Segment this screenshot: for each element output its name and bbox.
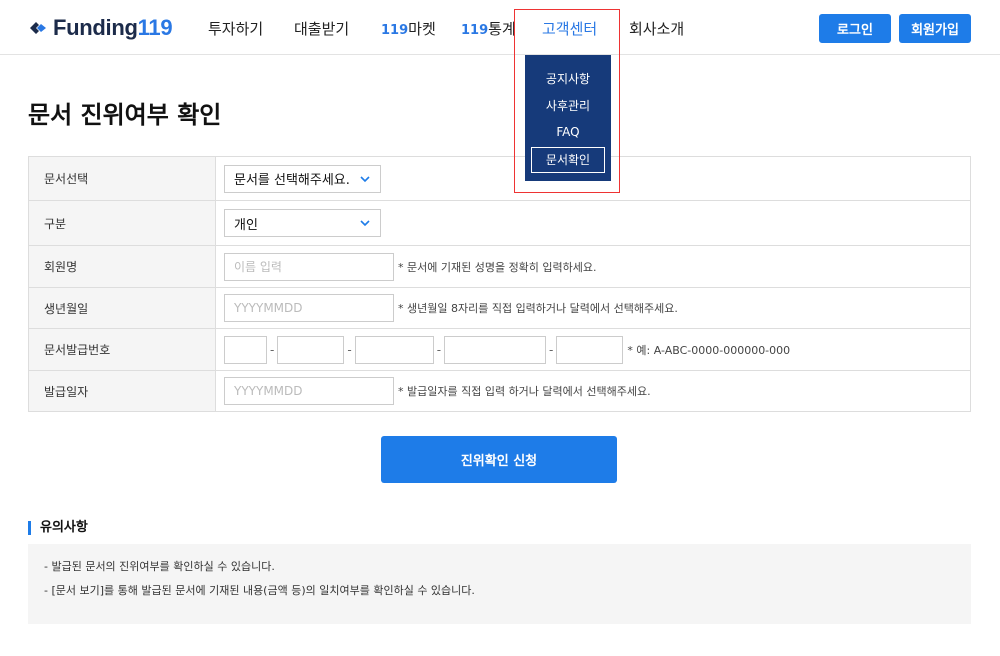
type-select[interactable]: 개인 (224, 209, 381, 237)
label-issue-date: 발급일자 (29, 371, 216, 411)
document-number-hint: * 예: A-ABC-0000-000000-000 (627, 343, 791, 357)
form-row-member-name: 회원명 이름 입력 * 문서에 기재된 성명을 정확히 입력하세요. (28, 246, 971, 288)
form-row-document: 문서선택 문서를 선택해주세요. (28, 157, 971, 201)
document-select[interactable]: 문서를 선택해주세요. (224, 164, 381, 193)
dropdown-item-faq[interactable]: FAQ (525, 125, 611, 139)
site-header: Funding119 투자하기 대출받기 119마켓 119통계 고객센터 회사… (0, 0, 1000, 55)
nav-customer-center[interactable]: 고객센터 (542, 18, 597, 39)
label-birthdate: 생년월일 (29, 288, 216, 328)
document-select-value: 문서를 선택해주세요. (234, 173, 350, 188)
logo-icon (30, 22, 46, 34)
logo-text: Funding119 (53, 15, 173, 40)
document-number-part-4[interactable] (444, 335, 547, 364)
label-document-number: 문서발급번호 (29, 329, 216, 370)
form-row-type: 구분 개인 (28, 201, 971, 246)
dropdown-item-aftercare[interactable]: 사후관리 (525, 97, 611, 114)
member-name-hint: * 문서에 기재된 성명을 정확히 입력하세요. (398, 260, 597, 274)
login-button[interactable]: 로그인 (819, 14, 891, 43)
label-type: 구분 (29, 201, 216, 245)
nav-stats[interactable]: 119통계 (461, 18, 516, 39)
separator: - (549, 342, 554, 357)
document-number-part-5[interactable] (556, 335, 624, 364)
dropdown-item-notice[interactable]: 공지사항 (525, 70, 611, 87)
notice-box: - 발급된 문서의 진위여부를 확인하실 수 있습니다. - [문서 보기]를 … (28, 544, 971, 624)
logo[interactable]: Funding119 (28, 15, 173, 41)
dropdown-item-document-check[interactable]: 문서확인 (531, 147, 605, 173)
birthdate-hint: * 생년월일 8자리를 직접 입력하거나 달력에서 선택해주세요. (398, 302, 678, 315)
type-select-value: 개인 (234, 217, 258, 233)
nav-market[interactable]: 119마켓 (381, 18, 436, 39)
separator: - (436, 342, 442, 357)
label-member-name: 회원명 (29, 246, 216, 287)
label-document: 문서선택 (29, 157, 216, 200)
birthdate-input[interactable]: YYYYMMDD (224, 294, 394, 322)
document-number-part-3[interactable] (354, 335, 434, 364)
chevron-down-icon (360, 220, 370, 227)
document-number-part-1[interactable] (224, 335, 267, 364)
form-row-document-number: 문서발급번호 - - - - * 예: A-ABC-0000-000000-00… (28, 329, 971, 371)
verification-form: 문서선택 문서를 선택해주세요. 구분 개인 회원명 이름 입력 * 문서에 기… (28, 156, 971, 412)
notice-line: - [문서 보기]를 통해 발급된 문서에 기재된 내용(금액 등)의 일치여부… (44, 584, 475, 597)
document-number-part-2[interactable] (277, 335, 345, 364)
form-row-birthdate: 생년월일 YYYYMMDD * 생년월일 8자리를 직접 입력하거나 달력에서 … (28, 288, 971, 329)
form-row-issue-date: 발급일자 YYYYMMDD * 발급일자를 직접 입력 하거나 달력에서 선택해… (28, 371, 971, 412)
member-name-input[interactable]: 이름 입력 (224, 252, 394, 281)
issue-date-hint: * 발급일자를 직접 입력 하거나 달력에서 선택해주세요. (398, 385, 651, 398)
notice-title: 유의사항 (28, 521, 88, 535)
submit-verification-button[interactable]: 진위확인 신청 (381, 436, 617, 483)
issue-date-input[interactable]: YYYYMMDD (224, 377, 394, 405)
nav-invest[interactable]: 투자하기 (208, 18, 263, 39)
page-title: 문서 진위여부 확인 (28, 101, 222, 129)
signup-button[interactable]: 회원가입 (899, 14, 971, 43)
separator: - (347, 342, 352, 357)
nav-loan[interactable]: 대출받기 (294, 18, 349, 39)
chevron-down-icon (360, 175, 370, 182)
separator: - (270, 342, 275, 357)
nav-company[interactable]: 회사소개 (629, 18, 684, 39)
customer-center-dropdown: 공지사항 사후관리 FAQ 문서확인 (525, 55, 611, 181)
notice-line: - 발급된 문서의 진위여부를 확인하실 수 있습니다. (44, 560, 275, 573)
